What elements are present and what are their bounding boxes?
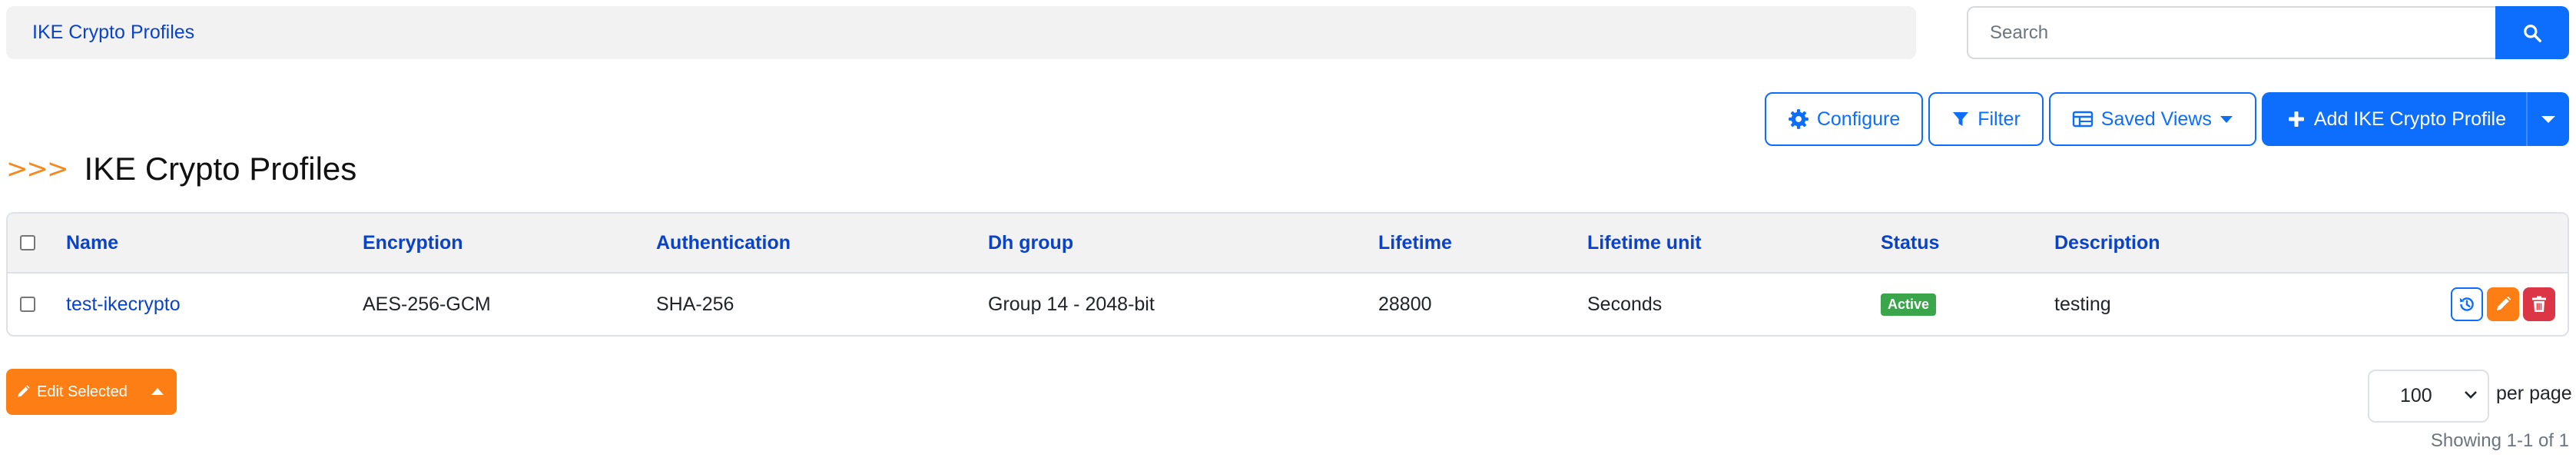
table-header: Name Encryption Authentication Dh group … <box>8 214 2568 274</box>
profile-name-link[interactable]: test-ikecrypto <box>66 294 181 316</box>
caret-down-icon <box>2541 116 2555 123</box>
plus-icon <box>2288 111 2304 127</box>
filter-button[interactable]: Filter <box>1928 92 2044 146</box>
per-page-select[interactable]: 100 <box>2368 370 2489 423</box>
column-header-lifetime-unit[interactable]: Lifetime unit <box>1587 214 1702 272</box>
column-header-dh-group[interactable]: Dh group <box>988 214 1073 272</box>
column-header-authentication[interactable]: Authentication <box>656 214 791 272</box>
row-checkbox[interactable] <box>20 297 35 312</box>
gear-icon <box>1788 109 1809 129</box>
column-header-lifetime[interactable]: Lifetime <box>1378 214 1452 272</box>
status-badge: Active <box>1881 293 1937 316</box>
per-page-value: 100 <box>2400 385 2432 406</box>
search-button[interactable] <box>2495 6 2569 59</box>
cell-description: testing <box>2054 293 2111 315</box>
breadcrumb-link-ike-crypto-profiles[interactable]: IKE Crypto Profiles <box>32 22 194 44</box>
add-ike-crypto-profile-button-group: Add IKE Crypto Profile <box>2261 92 2569 146</box>
add-dropdown-toggle[interactable] <box>2526 92 2569 146</box>
breadcrumb: IKE Crypto Profiles <box>6 6 1916 59</box>
title-arrows-icon: >>> <box>6 154 68 184</box>
toolbar: Configure Filter Saved Views Add IKE Cry… <box>1764 92 2569 146</box>
changelog-button[interactable] <box>2451 287 2483 321</box>
pencil-icon <box>2497 296 2511 310</box>
delete-button[interactable] <box>2523 287 2555 321</box>
search-input[interactable] <box>1967 6 2495 59</box>
table-row: test-ikecrypto AES-256-GCM SHA-256 Group… <box>8 274 2568 335</box>
search-bar <box>1967 6 2569 59</box>
saved-views-button[interactable]: Saved Views <box>2048 92 2256 146</box>
chevron-down-icon <box>2465 391 2477 399</box>
trash-icon <box>2532 296 2546 312</box>
select-all-checkbox[interactable] <box>20 235 35 250</box>
cell-lifetime: 28800 <box>1378 293 1432 315</box>
cell-lifetime-unit: Seconds <box>1587 293 1663 315</box>
cell-encryption: AES-256-GCM <box>363 293 491 315</box>
filter-icon <box>1953 112 1969 126</box>
pagination-summary: Showing 1-1 of 1 <box>2430 430 2569 451</box>
edit-selected-button[interactable]: Edit Selected <box>6 369 177 415</box>
edit-button[interactable] <box>2487 287 2519 321</box>
profiles-table: Name Encryption Authentication Dh group … <box>6 212 2569 337</box>
caret-down-icon <box>2220 116 2233 123</box>
row-actions <box>2451 274 2555 335</box>
configure-button[interactable]: Configure <box>1764 92 1924 146</box>
caret-up-icon <box>151 388 164 395</box>
column-header-description[interactable]: Description <box>2054 214 2160 272</box>
pencil-icon <box>18 385 30 397</box>
per-page-label: per page <box>2496 383 2572 404</box>
search-icon <box>2524 24 2542 42</box>
edit-selected-main: Edit Selected <box>6 383 138 401</box>
column-header-status[interactable]: Status <box>1881 214 1939 272</box>
page-heading: >>> IKE Crypto Profiles <box>6 146 356 192</box>
edit-selected-toggle[interactable] <box>138 387 177 396</box>
cell-dh-group: Group 14 - 2048-bit <box>988 293 1155 315</box>
filter-label: Filter <box>1978 108 2021 130</box>
saved-views-label: Saved Views <box>2100 108 2212 130</box>
column-header-encryption[interactable]: Encryption <box>363 214 463 272</box>
cell-authentication: SHA-256 <box>656 293 734 315</box>
page-title: IKE Crypto Profiles <box>84 151 357 187</box>
edit-selected-label: Edit Selected <box>37 383 128 400</box>
table-icon <box>2072 111 2093 128</box>
history-icon <box>2459 297 2474 311</box>
add-ike-crypto-profile-label: Add IKE Crypto Profile <box>2313 108 2506 130</box>
add-ike-crypto-profile-button[interactable]: Add IKE Crypto Profile <box>2262 92 2526 146</box>
configure-label: Configure <box>1816 108 1901 130</box>
column-header-name[interactable]: Name <box>66 214 118 272</box>
